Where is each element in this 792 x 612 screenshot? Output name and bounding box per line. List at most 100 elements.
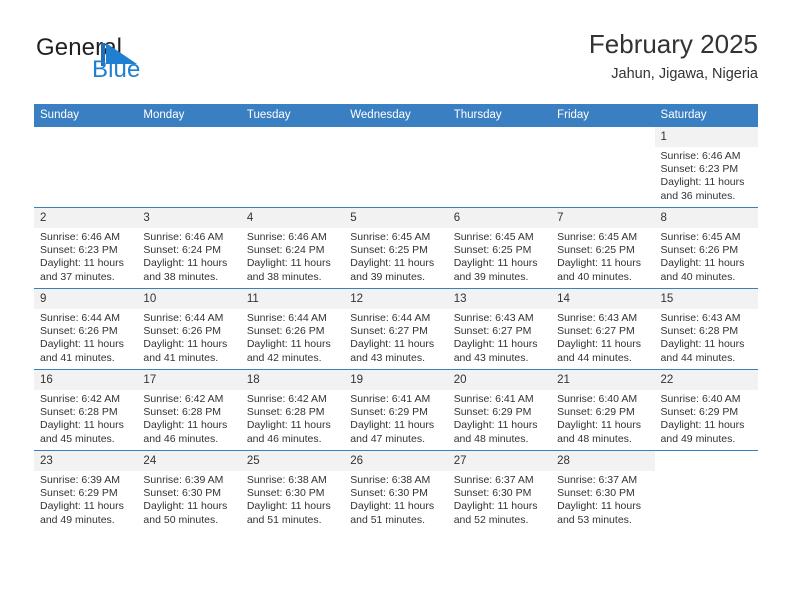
calendar-day-cell[interactable]: 3 Sunrise: 6:46 AM Sunset: 6:24 PM Daylight… [137, 207, 241, 289]
calendar-day-cell[interactable]: 11 Sunrise: 6:44 AM Sunset: 6:26 PM Dayligh… [240, 288, 345, 370]
day-cell-inner: 25 Sunrise: 6:38 AM Sunset: 6:30 PM Dayligh… [240, 451, 345, 531]
day-number: 25 [240, 451, 345, 471]
sunrise-text: Sunrise: 6:46 AM [660, 150, 741, 162]
calendar-body: 1 Sunrise: 6:46 AM Sunset: 6:23 PM Daylight… [34, 126, 758, 531]
sunrise-text: Sunrise: 6:42 AM [246, 393, 327, 405]
weekday-header-friday: Friday [551, 104, 655, 127]
sunset-text: Sunset: 6:26 PM [246, 325, 325, 338]
calendar-day-cell[interactable]: 23 Sunrise: 6:39 AM Sunset: 6:29 PM Dayligh… [34, 450, 138, 531]
day-number [241, 127, 344, 147]
day-cell-inner: 6 Sunrise: 6:45 AM Sunset: 6:25 PM Daylight… [447, 208, 552, 288]
day-number: 18 [240, 370, 345, 390]
page-title: February 2025 [588, 29, 758, 59]
calendar-day-cell[interactable]: 15 Sunrise: 6:43 AM Sunset: 6:28 PM Dayligh… [654, 288, 758, 370]
calendar-day-cell[interactable]: 25 Sunrise: 6:38 AM Sunset: 6:30 PM Dayligh… [240, 450, 345, 531]
sunrise-text: Sunrise: 6:46 AM [40, 231, 120, 243]
calendar-day-cell[interactable]: 18 Sunrise: 6:42 AM Sunset: 6:28 PM Dayligh… [240, 369, 345, 451]
sunrise-text: Sunrise: 6:46 AM [246, 231, 327, 243]
day-number: 13 [447, 289, 552, 309]
calendar-day-cell[interactable]: 20 Sunrise: 6:41 AM Sunset: 6:29 PM Dayligh… [447, 369, 552, 451]
calendar-day-cell[interactable]: 9 Sunrise: 6:44 AM Sunset: 6:26 PM Daylight… [34, 288, 138, 370]
day-number [344, 127, 447, 147]
calendar-day-cell[interactable]: 1 Sunrise: 6:46 AM Sunset: 6:23 PM Daylight… [654, 126, 758, 208]
day-cell-inner: 4 Sunrise: 6:46 AM Sunset: 6:24 PM Daylight… [240, 208, 345, 288]
sunset-text: Sunset: 6:25 PM [453, 244, 532, 257]
day-number [34, 127, 137, 147]
day-cell-inner: 5 Sunrise: 6:45 AM Sunset: 6:25 PM Daylight… [344, 208, 448, 288]
day-cell-inner: 18 Sunrise: 6:42 AM Sunset: 6:28 PM Dayligh… [240, 370, 345, 450]
day-number: 22 [654, 370, 758, 390]
sunrise-text: Sunrise: 6:40 AM [557, 393, 638, 405]
sunrise-text: Sunrise: 6:41 AM [453, 393, 534, 405]
day-cell-inner: 7 Sunrise: 6:45 AM Sunset: 6:25 PM Daylight… [551, 208, 655, 288]
calendar-day-cell[interactable]: 16 Sunrise: 6:42 AM Sunset: 6:28 PM Dayligh… [34, 369, 138, 451]
day-number [551, 127, 654, 147]
calendar-day-cell[interactable]: 5 Sunrise: 6:45 AM Sunset: 6:25 PM Daylight… [344, 207, 448, 289]
day-number: 28 [551, 451, 655, 471]
day-number: 16 [34, 370, 138, 390]
calendar-day-cell[interactable]: 12 Sunrise: 6:44 AM Sunset: 6:27 PM Dayligh… [344, 288, 448, 370]
calendar-day-cell[interactable]: 2 Sunrise: 6:46 AM Sunset: 6:23 PM Daylight… [34, 207, 138, 289]
sunset-text: Sunset: 6:28 PM [246, 406, 325, 419]
day-details: Sunrise: 6:45 AM Sunset: 6:26 PM Daylight:… [655, 228, 758, 284]
calendar-day-cell[interactable]: 21 Sunrise: 6:40 AM Sunset: 6:29 PM Dayligh… [551, 369, 655, 451]
day-cell-inner: 1 Sunrise: 6:46 AM Sunset: 6:23 PM Daylight… [654, 127, 758, 207]
sunset-text: Sunset: 6:23 PM [40, 244, 118, 257]
calendar-day-cell[interactable]: 6 Sunrise: 6:45 AM Sunset: 6:25 PM Daylight… [447, 207, 552, 289]
day-cell-inner [137, 127, 240, 207]
sunset-text: Sunset: 6:27 PM [350, 325, 428, 338]
daylight-text: Daylight: 11 hours and 47 minutes. [350, 419, 435, 445]
day-details: Sunrise: 6:46 AM Sunset: 6:24 PM Daylight:… [137, 228, 240, 284]
sunset-text: Sunset: 6:25 PM [350, 244, 428, 257]
day-details: Sunrise: 6:37 AM Sunset: 6:30 PM Daylight:… [551, 471, 654, 527]
calendar-day-cell[interactable]: 4 Sunrise: 6:46 AM Sunset: 6:24 PM Daylight… [240, 207, 345, 289]
calendar-day-cell[interactable]: 7 Sunrise: 6:45 AM Sunset: 6:25 PM Daylight… [551, 207, 655, 289]
weekday-header-wednesday: Wednesday [344, 104, 448, 127]
sunset-text: Sunset: 6:24 PM [143, 244, 222, 257]
day-details: Sunrise: 6:39 AM Sunset: 6:29 PM Daylight:… [34, 471, 137, 527]
day-cell-inner: 17 Sunrise: 6:42 AM Sunset: 6:28 PM Dayligh… [137, 370, 241, 450]
day-cell-inner [655, 451, 758, 531]
day-details: Sunrise: 6:41 AM Sunset: 6:29 PM Daylight:… [448, 390, 551, 446]
day-cell-inner: 23 Sunrise: 6:39 AM Sunset: 6:29 PM Dayligh… [34, 451, 138, 531]
brand-logo[interactable]: General Blue [34, 34, 224, 90]
calendar-day-cell[interactable]: 13 Sunrise: 6:43 AM Sunset: 6:27 PM Dayligh… [447, 288, 552, 370]
calendar-day-cell[interactable]: 26 Sunrise: 6:38 AM Sunset: 6:30 PM Dayligh… [344, 450, 448, 531]
sunrise-text: Sunrise: 6:43 AM [453, 312, 534, 324]
day-details: Sunrise: 6:42 AM Sunset: 6:28 PM Daylight:… [137, 390, 240, 446]
calendar-week-row: 9 Sunrise: 6:44 AM Sunset: 6:26 PM Daylight… [34, 288, 758, 370]
day-cell-inner: 3 Sunrise: 6:46 AM Sunset: 6:24 PM Daylight… [137, 208, 241, 288]
calendar-day-cell[interactable]: 27 Sunrise: 6:37 AM Sunset: 6:30 PM Dayligh… [447, 450, 552, 531]
daylight-text: Daylight: 11 hours and 43 minutes. [453, 338, 538, 364]
sunset-text: Sunset: 6:26 PM [40, 325, 118, 338]
day-number: 27 [447, 451, 552, 471]
sunrise-text: Sunrise: 6:46 AM [143, 231, 224, 243]
calendar-day-cell[interactable]: 10 Sunrise: 6:44 AM Sunset: 6:26 PM Dayligh… [137, 288, 241, 370]
calendar-day-cell[interactable]: 14 Sunrise: 6:43 AM Sunset: 6:27 PM Dayligh… [551, 288, 655, 370]
weekday-header-row: Sunday Monday Tuesday Wednesday Thursday… [34, 104, 758, 127]
weekday-header-saturday: Saturday [654, 104, 758, 127]
page-subtitle: Jahun, Jigawa, Nigeria [611, 66, 758, 82]
day-cell-inner: 13 Sunrise: 6:43 AM Sunset: 6:27 PM Dayligh… [447, 289, 552, 369]
day-cell-inner: 12 Sunrise: 6:44 AM Sunset: 6:27 PM Dayligh… [344, 289, 448, 369]
calendar-day-cell[interactable]: 8 Sunrise: 6:45 AM Sunset: 6:26 PM Daylight… [654, 207, 758, 289]
sunrise-text: Sunrise: 6:39 AM [40, 474, 120, 486]
day-details: Sunrise: 6:43 AM Sunset: 6:27 PM Daylight:… [551, 309, 654, 365]
sunrise-text: Sunrise: 6:40 AM [660, 393, 741, 405]
sunset-text: Sunset: 6:27 PM [453, 325, 532, 338]
calendar-day-cell[interactable]: 24 Sunrise: 6:39 AM Sunset: 6:30 PM Dayligh… [137, 450, 241, 531]
calendar-day-cell[interactable]: 17 Sunrise: 6:42 AM Sunset: 6:28 PM Dayligh… [137, 369, 241, 451]
day-details: Sunrise: 6:43 AM Sunset: 6:28 PM Daylight:… [655, 309, 758, 365]
calendar-day-cell-empty [344, 126, 448, 208]
calendar-day-cell[interactable]: 22 Sunrise: 6:40 AM Sunset: 6:29 PM Dayligh… [654, 369, 758, 451]
calendar-day-cell[interactable]: 28 Sunrise: 6:37 AM Sunset: 6:30 PM Dayligh… [551, 450, 655, 531]
sunrise-text: Sunrise: 6:44 AM [40, 312, 120, 324]
sunset-text: Sunset: 6:29 PM [40, 487, 118, 500]
calendar-week-row: 2 Sunrise: 6:46 AM Sunset: 6:23 PM Daylight… [34, 207, 758, 289]
day-details: Sunrise: 6:45 AM Sunset: 6:25 PM Daylight:… [344, 228, 447, 284]
daylight-text: Daylight: 11 hours and 52 minutes. [453, 500, 538, 526]
day-details: Sunrise: 6:38 AM Sunset: 6:30 PM Daylight:… [241, 471, 344, 527]
calendar-day-cell[interactable]: 19 Sunrise: 6:41 AM Sunset: 6:29 PM Dayligh… [344, 369, 448, 451]
day-number: 24 [137, 451, 241, 471]
day-details: Sunrise: 6:44 AM Sunset: 6:27 PM Daylight:… [344, 309, 447, 365]
